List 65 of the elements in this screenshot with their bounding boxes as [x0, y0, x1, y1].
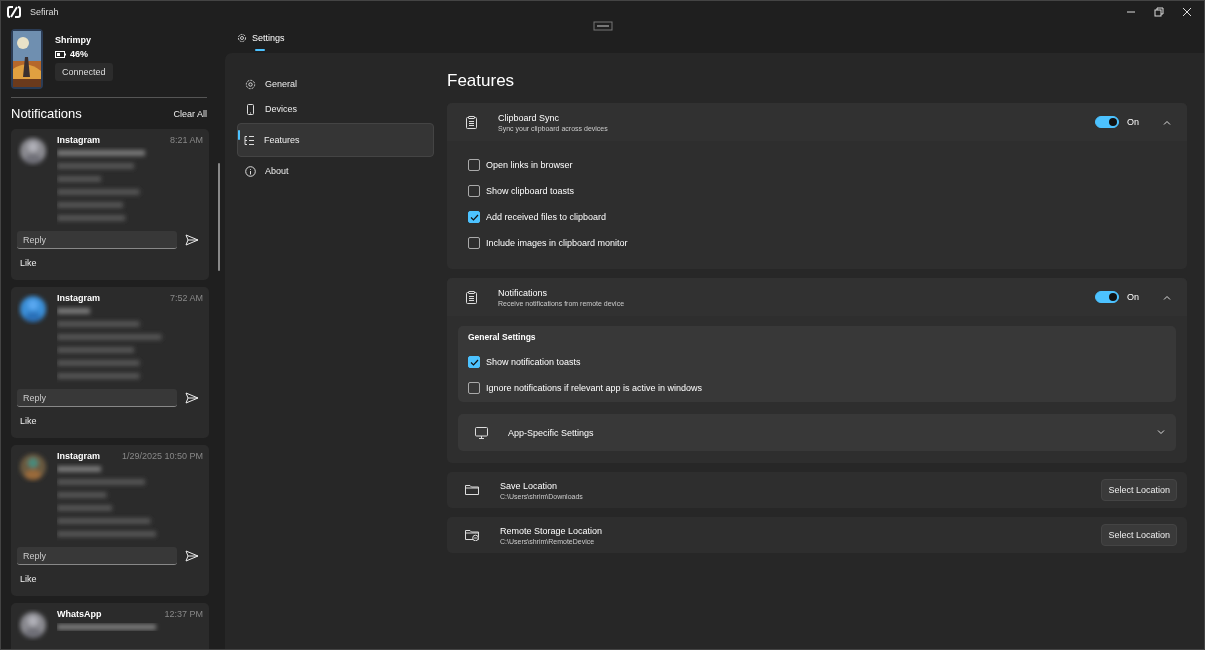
notification-time: 1/29/2025 10:50 PM	[121, 451, 203, 461]
battery-icon	[55, 50, 66, 58]
card-title: Remote Storage Location	[500, 525, 604, 536]
like-button[interactable]: Like	[20, 574, 37, 584]
reply-field[interactable]: Reply	[17, 389, 177, 407]
notification-app: Instagram	[57, 293, 100, 303]
connection-status: Connected	[55, 63, 113, 81]
notification-time: 7:52 AM	[169, 293, 203, 303]
compact-mode-icon[interactable]	[593, 21, 613, 31]
notification-time: 8:21 AM	[169, 135, 203, 145]
info-icon	[245, 165, 256, 177]
checkmark-icon	[469, 358, 479, 366]
card-title: Clipboard Sync	[498, 112, 561, 123]
checkbox[interactable]: Show clipboard toasts	[468, 185, 1166, 197]
battery-percent: 46%	[70, 49, 88, 59]
select-location-button[interactable]: Select Location	[1101, 479, 1177, 501]
checkbox[interactable]: Ignore notifications if relevant app is active in windows	[468, 382, 1166, 394]
phone-icon	[245, 103, 256, 115]
toggle-switch[interactable]	[1095, 116, 1119, 128]
clipboard-icon	[466, 290, 477, 304]
chevron-icon[interactable]	[1163, 294, 1171, 300]
select-location-button[interactable]: Select Location	[1101, 524, 1177, 546]
checkbox[interactable]: Add received files to clipboard	[468, 211, 1166, 223]
nav-item[interactable]: General	[237, 73, 434, 95]
group-heading: General Settings	[468, 332, 537, 342]
nav-item[interactable]: About	[237, 160, 434, 182]
folder-icon	[465, 484, 479, 496]
notification-app: Instagram	[57, 135, 100, 145]
toggle-label: On	[1127, 292, 1139, 302]
close-icon[interactable]	[1182, 7, 1192, 17]
like-button[interactable]: Like	[20, 416, 37, 426]
restore-icon[interactable]	[1154, 7, 1164, 17]
send-icon[interactable]	[185, 392, 199, 404]
nav-item[interactable]: Devices	[237, 98, 434, 120]
settings-icon	[237, 33, 247, 43]
window-title: Sefirah	[30, 7, 59, 17]
send-icon[interactable]	[185, 234, 199, 246]
settings-icon	[245, 78, 256, 90]
list-icon	[244, 134, 255, 146]
notification-app: WhatsApp	[57, 609, 102, 619]
notification-app: Instagram	[57, 451, 100, 461]
folder-icon	[465, 529, 479, 541]
notifications-heading: Notifications	[11, 106, 82, 121]
card-title: Notifications	[498, 287, 549, 298]
like-button[interactable]: Like	[20, 258, 37, 268]
app-specific-settings-expander[interactable]: App-Specific Settings	[458, 414, 1176, 451]
app-logo-icon	[7, 6, 21, 18]
send-icon[interactable]	[185, 550, 199, 562]
checkbox[interactable]: Show notification toasts	[468, 356, 1166, 368]
reply-field[interactable]: Reply	[17, 231, 177, 249]
checkbox[interactable]: Include images in clipboard monitor	[468, 237, 1166, 249]
toggle-switch[interactable]	[1095, 291, 1119, 303]
card-title: Save Location	[500, 480, 559, 491]
monitor-icon	[475, 426, 488, 439]
chevron-icon[interactable]	[1163, 119, 1171, 125]
toggle-label: On	[1127, 117, 1139, 127]
page-title: Features	[447, 71, 516, 91]
device-name: Shrimpy	[55, 35, 91, 45]
notification-time: 12:37 PM	[164, 609, 203, 619]
clipboard-icon	[466, 115, 477, 129]
checkmark-icon	[469, 213, 479, 221]
reply-field[interactable]: Reply	[17, 547, 177, 565]
checkbox[interactable]: Open links in browser	[468, 159, 1166, 171]
clear-all-button[interactable]: Clear All	[173, 108, 207, 119]
nav-item[interactable]: Features	[237, 123, 434, 157]
